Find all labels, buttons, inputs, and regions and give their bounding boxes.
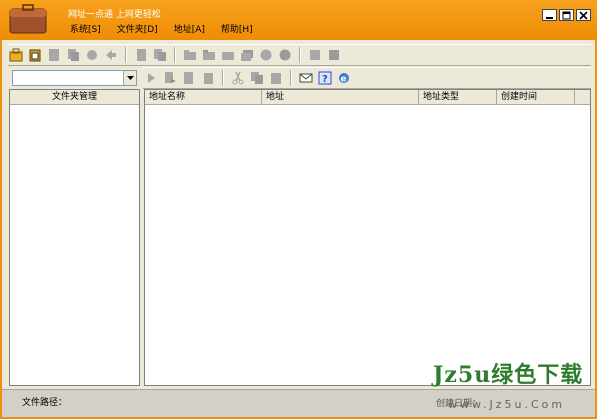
app-logo-icon xyxy=(8,3,48,35)
menu-system[interactable]: 系统[S] xyxy=(70,22,101,36)
folder-open-icon[interactable] xyxy=(201,47,217,63)
column-header-name[interactable]: 地址名称 xyxy=(145,90,262,104)
close-button[interactable] xyxy=(576,9,591,21)
open-folder-icon[interactable] xyxy=(8,47,24,63)
toolbar-separator xyxy=(299,47,301,63)
paste-icon[interactable] xyxy=(27,47,43,63)
main-toolbar xyxy=(8,44,591,66)
cut-icon[interactable] xyxy=(230,70,246,86)
maximize-icon xyxy=(562,11,571,19)
folder-panel-header: 文件夹管理 xyxy=(10,90,139,105)
doc-copy-icon[interactable] xyxy=(152,47,168,63)
column-header-type[interactable]: 地址类型 xyxy=(419,90,497,104)
chevron-down-icon[interactable] xyxy=(123,71,136,85)
doc-move-icon[interactable] xyxy=(200,70,216,86)
doc-icon[interactable] xyxy=(133,47,149,63)
list-header: 地址名称 地址 地址类型 创建时间 xyxy=(145,90,590,105)
file-path-label: 文件路径： xyxy=(22,398,68,408)
square2-icon[interactable] xyxy=(326,47,342,63)
mail-icon[interactable] xyxy=(298,70,314,86)
globe3-icon[interactable] xyxy=(277,47,293,63)
page-icon[interactable] xyxy=(46,47,62,63)
menu-bar: 系统[S] 文件夹[D] 地址[A] 帮助[H] xyxy=(70,22,253,36)
address-list[interactable]: 地址名称 地址 地址类型 创建时间 xyxy=(144,89,591,386)
window-title: 网址一点通 上网更轻松 xyxy=(68,10,161,20)
menu-folder[interactable]: 文件夹[D] xyxy=(117,22,158,36)
paste2-icon[interactable] xyxy=(268,70,284,86)
globe2-icon[interactable] xyxy=(258,47,274,63)
minimize-icon xyxy=(546,16,553,19)
title-bar: 网址一点通 上网更轻松 系统[S] 文件夹[D] 地址[A] 帮助[H] xyxy=(0,0,597,40)
play-icon[interactable] xyxy=(143,70,159,86)
toolbar-separator xyxy=(174,47,176,63)
page-copy-icon[interactable] xyxy=(65,47,81,63)
toolbar-separator xyxy=(222,70,224,86)
toolbar-separator xyxy=(125,47,127,63)
toolbar-separator xyxy=(290,70,292,86)
close-icon xyxy=(579,10,588,20)
folder-copy-icon[interactable] xyxy=(239,47,255,63)
window-controls xyxy=(542,9,591,21)
maximize-button[interactable] xyxy=(559,9,574,21)
folder-panel[interactable]: 文件夹管理 xyxy=(9,89,140,386)
doc-arrow-icon[interactable] xyxy=(162,70,178,86)
folder-combo[interactable] xyxy=(12,70,137,86)
column-header-created[interactable]: 创建时间 xyxy=(497,90,575,104)
list-toolbar: ? e xyxy=(143,67,591,89)
folder-icon[interactable] xyxy=(182,47,198,63)
help-icon[interactable]: ? xyxy=(317,70,333,86)
minimize-button[interactable] xyxy=(542,9,557,21)
svg-text:?: ? xyxy=(322,74,328,85)
column-header-address[interactable]: 地址 xyxy=(262,90,419,104)
svg-text:e: e xyxy=(341,75,347,85)
copy-icon[interactable] xyxy=(249,70,265,86)
folder-move-icon[interactable] xyxy=(220,47,236,63)
menu-address[interactable]: 地址[A] xyxy=(174,22,205,36)
square-icon[interactable] xyxy=(307,47,323,63)
watermark-logo: Jz5u绿色下载 xyxy=(433,362,584,388)
doc-star-icon[interactable] xyxy=(181,70,197,86)
menu-help[interactable]: 帮助[H] xyxy=(221,22,253,36)
arrow-icon[interactable] xyxy=(103,47,119,63)
ie-icon[interactable]: e xyxy=(336,70,352,86)
watermark-url: www.Jz5u.Com xyxy=(448,398,566,411)
globe-icon[interactable] xyxy=(84,47,100,63)
